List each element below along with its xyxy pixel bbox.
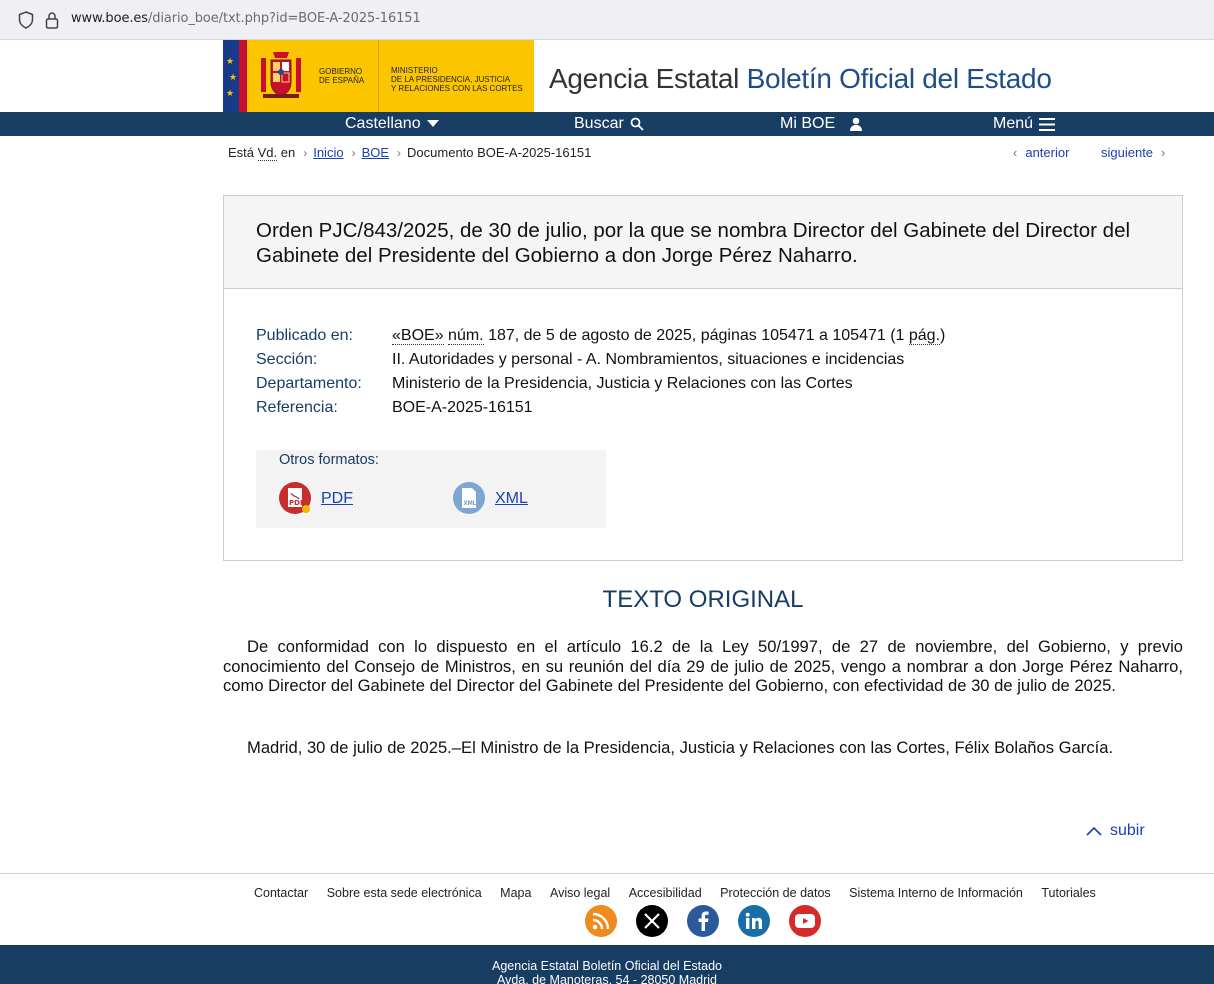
government-logo[interactable]: ★ ★ ★ GOBIERNO DE ESPAÑA MINISTERIO DE L… (223, 40, 534, 112)
hamburger-icon (1039, 117, 1056, 131)
language-label: Castellano (345, 115, 421, 132)
footer-link-mapa[interactable]: Mapa (500, 886, 531, 900)
footer-link-proteccion-datos[interactable]: Protección de datos (720, 886, 831, 900)
browser-address-bar: www.boe.es/diario_boe/txt.php?id=BOE-A-2… (0, 0, 1214, 40)
logo-divider (378, 40, 379, 112)
document-card: Orden PJC/843/2025, de 30 de julio, por … (223, 195, 1183, 561)
breadcrumb: Está Vd. en › Inicio › BOE › Documento B… (228, 145, 592, 161)
footer-divider (0, 873, 1214, 874)
my-boe-label: Mi BOE (780, 115, 836, 132)
prev-label: anterior (1025, 145, 1070, 160)
search-button[interactable]: Buscar (574, 115, 644, 133)
other-formats-label: Otros formatos: (279, 452, 379, 468)
social-links (585, 905, 821, 937)
coat-of-arms-icon (261, 52, 301, 98)
pdf-icon: PDF (279, 482, 311, 514)
xml-icon: XML (453, 482, 485, 514)
svg-text:★: ★ (226, 89, 234, 99)
document-header: Orden PJC/843/2025, de 30 de julio, por … (224, 196, 1182, 289)
my-boe-button[interactable]: Mi BOE (780, 115, 865, 133)
facebook-icon[interactable] (687, 905, 719, 937)
department-label: Departamento: (256, 375, 362, 392)
footer-links: Contactar Sobre esta sede electrónica Ma… (254, 886, 1096, 900)
flag-stripe (239, 40, 247, 112)
paragraph-2: Madrid, 30 de julio de 2025.–El Ministro… (247, 738, 1114, 757)
caret-down-icon (426, 120, 439, 127)
section-title: TEXTO ORIGINAL (602, 586, 804, 613)
user-icon (850, 117, 863, 131)
menu-label: Menú (993, 115, 1034, 132)
breadcrumb-label: Está Vd. en (228, 145, 296, 161)
agency-title[interactable]: Agencia Estatal Boletín Oficial del Esta… (549, 63, 1052, 95)
footer-link-aviso-legal[interactable]: Aviso legal (550, 886, 610, 900)
reference-label: Referencia: (256, 399, 338, 416)
eu-flag-strip: ★ ★ ★ (223, 40, 239, 112)
footer-link-tutoriales[interactable]: Tutoriales (1041, 886, 1095, 900)
svg-text:★: ★ (229, 73, 237, 83)
shield-icon[interactable] (18, 11, 34, 29)
menu-button[interactable]: Menú (993, 115, 1056, 133)
linkedin-icon[interactable] (738, 905, 770, 937)
pdf-label: PDF (321, 490, 353, 507)
search-icon (630, 117, 644, 131)
meta-section: Sección: II. Autoridades y personal - A.… (256, 348, 945, 372)
footer-bottom-bar: Agencia Estatal Boletín Oficial del Esta… (0, 945, 1214, 984)
footer-org: Agencia Estatal Boletín Oficial del Esta… (492, 959, 722, 973)
footer-link-sede[interactable]: Sobre esta sede electrónica (327, 886, 482, 900)
youtube-icon[interactable] (789, 905, 821, 937)
xml-link[interactable]: XML XML (453, 482, 528, 516)
chevron-right-icon: › (303, 145, 308, 160)
section-label: Sección: (256, 351, 318, 368)
paragraph-1: De conformidad con lo dispuesto en el ar… (223, 637, 1183, 695)
reference-value: BOE-A-2025-16151 (392, 399, 533, 416)
rss-icon[interactable] (585, 905, 617, 937)
other-formats-panel: Otros formatos: PDF PDF XML XML (256, 450, 606, 528)
xml-label: XML (495, 490, 528, 507)
next-label: siguiente (1101, 145, 1154, 160)
ministerio-label: MINISTERIO DE LA PRESIDENCIA, JUSTICIA Y… (391, 66, 523, 93)
main-nav: Castellano Buscar Mi BOE Menú (0, 112, 1214, 136)
search-label: Buscar (574, 115, 624, 132)
meta-reference: Referencia: BOE-A-2025-16151 (256, 396, 945, 420)
gobierno-label: GOBIERNO DE ESPAÑA (319, 67, 365, 85)
document-title: Orden PJC/843/2025, de 30 de julio, por … (256, 219, 1131, 267)
chevron-left-icon: ‹ (1013, 145, 1018, 160)
chevron-right-icon: › (397, 145, 402, 160)
svg-text:★: ★ (226, 57, 234, 67)
meta-department: Departamento: Ministerio de la Presidenc… (256, 372, 945, 396)
chevron-up-icon (1086, 826, 1102, 836)
url-field[interactable]: www.boe.es/diario_boe/txt.php?id=BOE-A-2… (71, 11, 421, 26)
chevron-right-icon: › (1161, 145, 1166, 160)
footer-address: Avda. de Manoteras, 54 - 28050 Madrid (496, 973, 718, 984)
svg-text:PDF: PDF (289, 499, 305, 507)
lock-icon[interactable] (45, 11, 59, 29)
published-label: Publicado en: (256, 327, 353, 344)
breadcrumb-current: Documento BOE-A-2025-16151 (407, 145, 592, 160)
meta-published: Publicado en: «BOE» núm. 187, de 5 de ag… (256, 324, 945, 348)
footer-link-contactar[interactable]: Contactar (254, 886, 308, 900)
next-link[interactable]: siguiente › (1101, 145, 1165, 160)
document-metadata: Publicado en: «BOE» núm. 187, de 5 de ag… (256, 324, 945, 420)
published-value: «BOE» núm. 187, de 5 de agosto de 2025, … (392, 327, 946, 345)
prev-link[interactable]: ‹ anterior (1013, 145, 1069, 160)
chevron-right-icon: › (351, 145, 356, 160)
pdf-link[interactable]: PDF PDF (279, 482, 353, 516)
back-to-top-link[interactable]: subir (1086, 822, 1145, 840)
section-value: II. Autoridades y personal - A. Nombrami… (392, 351, 905, 368)
site-header: ★ ★ ★ GOBIERNO DE ESPAÑA MINISTERIO DE L… (0, 40, 1214, 112)
breadcrumb-inicio[interactable]: Inicio (313, 145, 343, 160)
language-selector[interactable]: Castellano (345, 115, 439, 133)
x-icon[interactable] (636, 905, 668, 937)
footer-link-accesibilidad[interactable]: Accesibilidad (629, 886, 702, 900)
department-value: Ministerio de la Presidencia, Justicia y… (392, 375, 853, 392)
svg-text:XML: XML (464, 500, 477, 507)
breadcrumb-boe[interactable]: BOE (362, 145, 389, 160)
back-to-top-label: subir (1110, 822, 1145, 839)
footer-link-sistema-interno[interactable]: Sistema Interno de Información (849, 886, 1023, 900)
